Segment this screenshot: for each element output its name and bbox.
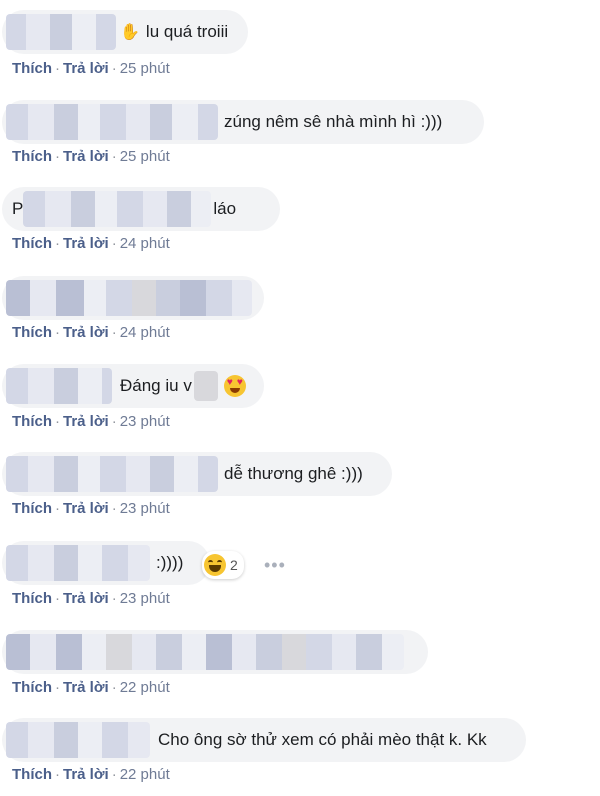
separator: ·	[55, 766, 60, 783]
separator: ·	[111, 148, 117, 165]
blurred-author-name	[6, 722, 150, 758]
comment-actions: Thích · Trả lời · 22 phút	[12, 766, 170, 784]
separator: ·	[111, 235, 117, 252]
comment-bubble[interactable]: Cho ông sờ thử xem có phải mèo thật k. K…	[2, 718, 526, 762]
comment-timestamp[interactable]: 23 phút	[120, 590, 170, 607]
reply-link[interactable]: Trả lời	[63, 500, 109, 517]
laughing-emoji-icon	[204, 554, 226, 576]
reply-link[interactable]: Trả lời	[63, 60, 109, 77]
separator: ·	[55, 235, 60, 252]
blurred-author-name	[6, 104, 218, 140]
comment-timestamp[interactable]: 24 phút	[120, 235, 170, 252]
blurred-author-name	[23, 191, 212, 227]
comment-text: láo	[213, 199, 237, 218]
like-link[interactable]: Thích	[12, 679, 52, 696]
comment-timestamp[interactable]: 22 phút	[120, 679, 170, 696]
comment-actions: Thích · Trả lời · 23 phút	[12, 413, 170, 431]
separator: ·	[55, 500, 60, 517]
reply-link[interactable]: Trả lời	[63, 324, 109, 341]
separator: ·	[55, 679, 60, 696]
separator: ·	[111, 324, 117, 341]
comment-timestamp[interactable]: 23 phút	[120, 500, 170, 517]
comment-bubble[interactable]: :))))	[2, 541, 210, 585]
blurred-text	[193, 371, 218, 401]
comment-timestamp[interactable]: 25 phút	[120, 60, 170, 77]
comment-bubble[interactable]: zúng nêm sê nhà mình hì :)))	[2, 100, 484, 144]
comment-timestamp[interactable]: 23 phút	[120, 413, 170, 430]
like-link[interactable]: Thích	[12, 235, 52, 252]
comment-text: :))))	[156, 553, 184, 572]
heart-eyes-emoji-icon	[223, 375, 246, 397]
blurred-author-name	[6, 368, 112, 404]
reply-link[interactable]: Trả lời	[63, 766, 109, 783]
comment-actions: Thích · Trả lời · 23 phút	[12, 590, 170, 608]
blurred-author-name	[6, 14, 116, 50]
comment-text: Cho ông sờ thử xem có phải mèo thật k. K…	[158, 730, 487, 749]
separator: ·	[55, 148, 60, 165]
reply-link[interactable]: Trả lời	[63, 235, 109, 252]
separator: ·	[111, 60, 117, 77]
comment-actions: Thích · Trả lời · 25 phút	[12, 60, 170, 78]
waving-hand-icon: ✋	[120, 24, 140, 41]
comment-bubble[interactable]	[2, 630, 428, 674]
separator: ·	[111, 679, 117, 696]
like-link[interactable]: Thích	[12, 413, 52, 430]
separator: ·	[55, 324, 60, 341]
comment-text: zúng nêm sê nhà mình hì :)))	[224, 112, 443, 131]
reply-link[interactable]: Trả lời	[63, 679, 109, 696]
comment-bubble[interactable]: ✋ lu quá troiii	[2, 10, 248, 54]
comment-actions: Thích · Trả lời · 24 phút	[12, 324, 170, 342]
like-link[interactable]: Thích	[12, 500, 52, 517]
comment-actions: Thích · Trả lời · 22 phút	[12, 679, 170, 697]
reaction-count: 2	[230, 557, 238, 573]
like-link[interactable]: Thích	[12, 766, 52, 783]
like-link[interactable]: Thích	[12, 60, 52, 77]
comment-timestamp[interactable]: 24 phút	[120, 324, 170, 341]
blurred-author-name	[6, 545, 150, 581]
reply-link[interactable]: Trả lời	[63, 148, 109, 165]
like-link[interactable]: Thích	[12, 324, 52, 341]
comment-bubble[interactable]	[2, 276, 264, 320]
comment-text: lu quá troiii	[145, 22, 229, 41]
separator: ·	[111, 413, 117, 430]
more-options-icon[interactable]: •••	[264, 555, 286, 576]
comment-actions: Thích · Trả lời · 24 phút	[12, 235, 170, 253]
blurred-comment-content	[6, 280, 252, 316]
separator: ·	[111, 766, 117, 783]
blurred-author-name	[6, 456, 218, 492]
comment-actions: Thích · Trả lời · 25 phút	[12, 148, 170, 166]
comment-timestamp[interactable]: 25 phút	[120, 148, 170, 165]
comment-bubble[interactable]: P láo	[2, 187, 280, 231]
comment-text-prefix: P	[12, 199, 24, 218]
like-link[interactable]: Thích	[12, 590, 52, 607]
separator: ·	[55, 413, 60, 430]
comment-bubble[interactable]: dễ thương ghê :)))	[2, 452, 392, 496]
blurred-comment-content	[6, 634, 404, 670]
separator: ·	[111, 590, 117, 607]
separator: ·	[111, 500, 117, 517]
comment-text: Đáng iu v	[120, 376, 192, 395]
reply-link[interactable]: Trả lời	[63, 590, 109, 607]
comment-text: dễ thương ghê :)))	[224, 464, 363, 483]
reply-link[interactable]: Trả lời	[63, 413, 109, 430]
separator: ·	[55, 590, 60, 607]
comment-actions: Thích · Trả lời · 23 phút	[12, 500, 170, 518]
like-link[interactable]: Thích	[12, 148, 52, 165]
comment-timestamp[interactable]: 22 phút	[120, 766, 170, 783]
separator: ·	[55, 60, 60, 77]
comment-bubble[interactable]: Đáng iu v	[2, 364, 264, 408]
reaction-badge[interactable]: 2	[202, 551, 244, 579]
